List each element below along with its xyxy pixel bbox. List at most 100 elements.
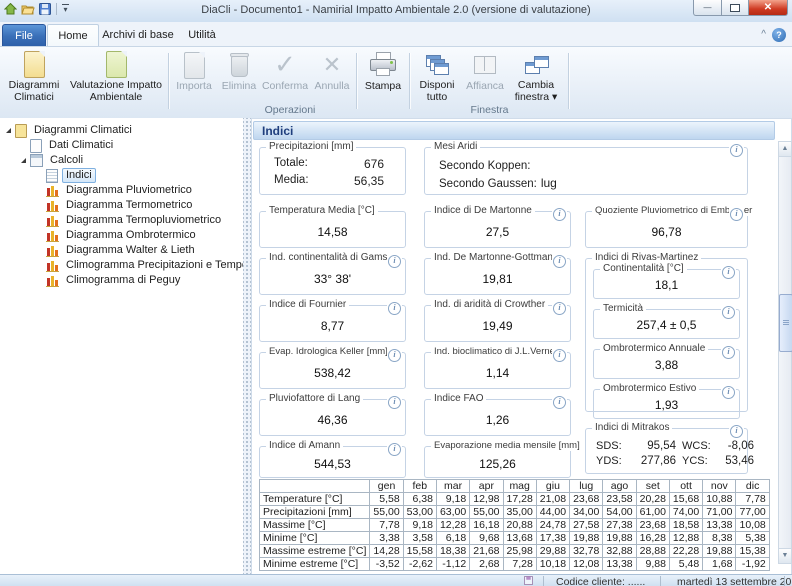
customize-toolbar-dropdown-icon[interactable]: ▾ [62,4,69,14]
scroll-up-icon[interactable]: ▲ [779,142,791,157]
table-cell[interactable]: 13,38 [603,558,636,571]
table-cell[interactable]: 55,00 [370,506,403,519]
table-cell[interactable]: 28,88 [636,545,669,558]
info-icon[interactable]: i [387,253,402,268]
home-icon[interactable] [4,3,17,15]
stampa-button[interactable]: Stampa [360,49,406,103]
table-cell[interactable]: -1,12 [436,558,469,571]
table-cell[interactable]: 12,88 [669,532,702,545]
table-cell[interactable]: 74,00 [669,506,702,519]
table-cell[interactable]: 17,38 [536,532,569,545]
save-icon[interactable] [39,3,51,15]
table-cell[interactable]: 77,00 [736,506,769,519]
table-cell[interactable]: 10,88 [703,493,736,506]
table-cell[interactable]: 10,08 [736,519,769,532]
valutazione-impatto-button[interactable]: Valutazione Impatto Ambientale [66,49,166,103]
table-cell[interactable]: 20,88 [503,519,536,532]
table-cell[interactable]: 55,00 [470,506,503,519]
tree-item[interactable]: Climogramma Precipitazioni e Temperature [0,258,243,273]
table-cell[interactable]: 25,98 [503,545,536,558]
info-icon[interactable]: i [552,300,567,315]
table-cell[interactable]: 13,38 [703,519,736,532]
table-cell[interactable]: 27,58 [570,519,603,532]
table-cell[interactable]: 8,38 [703,532,736,545]
info-icon[interactable]: i [729,423,744,438]
table-cell[interactable]: 23,68 [570,493,603,506]
table-cell[interactable]: 6,18 [436,532,469,545]
minimize-button[interactable] [693,0,722,16]
table-cell[interactable]: 13,68 [503,532,536,545]
table-cell[interactable]: 15,58 [403,545,436,558]
tree-item[interactable]: Climogramma di Peguy [0,273,243,288]
tab-archivi-di-base[interactable]: Archivi di base [99,24,177,46]
table-cell[interactable]: 29,88 [536,545,569,558]
expand-arrow-icon[interactable] [17,158,30,163]
info-icon[interactable]: i [552,253,567,268]
info-icon[interactable]: i [729,206,744,221]
scrollbar-thumb[interactable] [779,294,792,352]
tree-item[interactable]: Indici [0,168,243,183]
table-cell[interactable]: 16,28 [636,532,669,545]
table-cell[interactable]: 71,00 [703,506,736,519]
tree-item[interactable]: Dati Climatici [0,138,243,153]
scroll-down-icon[interactable]: ▼ [779,548,791,563]
table-cell[interactable]: 17,28 [503,493,536,506]
tree-item[interactable]: Diagramma Ombrotermico [0,228,243,243]
tab-utilita[interactable]: Utilità [179,24,225,46]
table-cell[interactable]: 22,28 [669,545,702,558]
table-cell[interactable]: 20,28 [636,493,669,506]
table-cell[interactable]: 21,68 [470,545,503,558]
expand-arrow-icon[interactable] [2,128,15,133]
tree-item[interactable]: Diagramma Termometrico [0,198,243,213]
table-cell[interactable]: 6,38 [403,493,436,506]
diagrammi-climatici-button[interactable]: Diagrammi Climatici [4,49,64,103]
info-icon[interactable]: i [387,347,402,362]
info-icon[interactable]: i [552,347,567,362]
table-cell[interactable]: 12,98 [470,493,503,506]
table-cell[interactable]: -2,62 [403,558,436,571]
table-cell[interactable]: 12,08 [570,558,603,571]
table-cell[interactable]: 9,88 [636,558,669,571]
table-cell[interactable]: 32,88 [603,545,636,558]
table-cell[interactable]: 23,68 [636,519,669,532]
table-cell[interactable]: 1,68 [703,558,736,571]
table-cell[interactable]: 5,58 [370,493,403,506]
tree-item[interactable]: Diagramma Walter & Lieth [0,243,243,258]
table-cell[interactable]: 27,38 [603,519,636,532]
info-icon[interactable]: i [387,394,402,409]
table-cell[interactable]: 16,18 [470,519,503,532]
table-cell[interactable]: 35,00 [503,506,536,519]
close-button[interactable] [749,0,788,16]
table-cell[interactable]: -3,52 [370,558,403,571]
disponi-tutto-button[interactable]: Disponi tutto [413,49,461,103]
table-cell[interactable]: 18,58 [669,519,702,532]
table-cell[interactable]: 5,48 [669,558,702,571]
info-icon[interactable]: i [387,300,402,315]
info-icon[interactable]: i [721,344,736,359]
tab-file[interactable]: File [2,24,46,47]
table-cell[interactable]: 32,78 [570,545,603,558]
table-cell[interactable]: 5,38 [736,532,769,545]
tree-item[interactable]: Diagramma Termopluviometrico [0,213,243,228]
table-cell[interactable]: 24,78 [536,519,569,532]
help-icon[interactable]: ? [772,28,786,42]
table-cell[interactable]: 23,58 [603,493,636,506]
info-icon[interactable]: i [721,264,736,279]
table-cell[interactable]: 15,68 [669,493,702,506]
table-cell[interactable]: 15,38 [736,545,769,558]
table-cell[interactable]: 7,78 [370,519,403,532]
table-cell[interactable]: 10,18 [536,558,569,571]
table-cell[interactable]: -1,92 [736,558,769,571]
open-folder-icon[interactable] [21,3,35,15]
table-cell[interactable]: 53,00 [403,506,436,519]
table-cell[interactable]: 7,78 [736,493,769,506]
tab-home[interactable]: Home [47,24,99,48]
tree-item[interactable]: Diagramma Pluviometrico [0,183,243,198]
table-cell[interactable]: 19,88 [703,545,736,558]
table-cell[interactable]: 44,00 [536,506,569,519]
table-cell[interactable]: 3,38 [370,532,403,545]
tree-item[interactable]: Calcoli [0,153,243,168]
table-cell[interactable]: 63,00 [436,506,469,519]
table-cell[interactable]: 19,88 [570,532,603,545]
info-icon[interactable]: i [721,384,736,399]
